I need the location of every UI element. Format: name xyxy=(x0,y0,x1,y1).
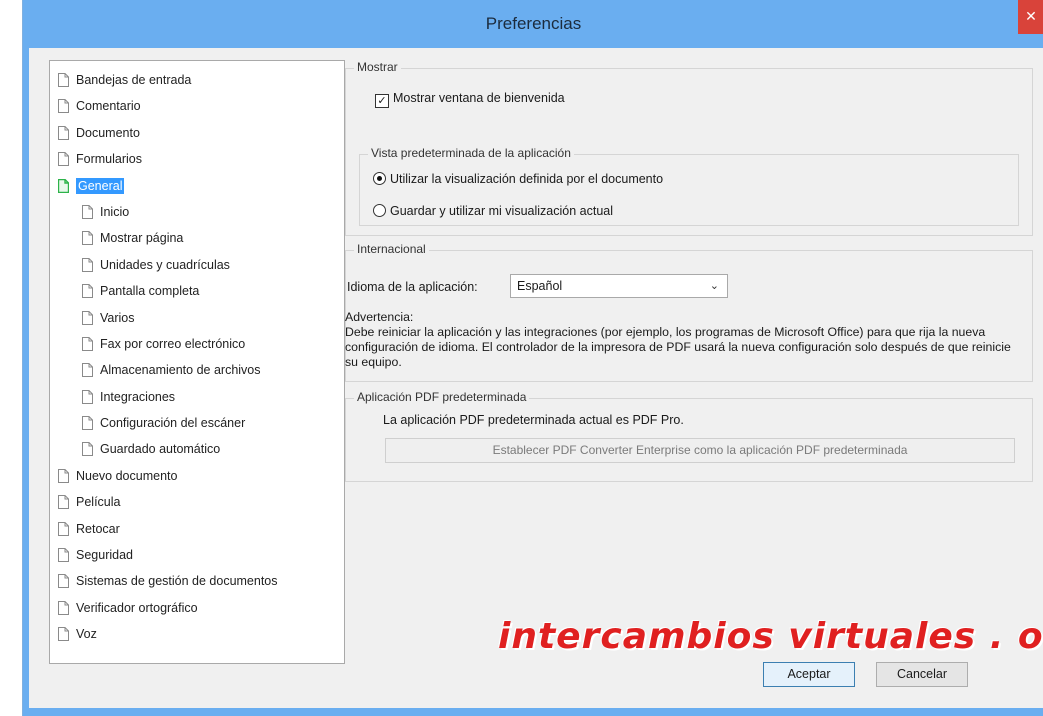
tree-item-label: Inicio xyxy=(100,204,130,219)
radio-current-view[interactable] xyxy=(373,204,386,217)
group-title-internacional: Internacional xyxy=(354,242,429,256)
tree-item[interactable]: Sistemas de gestión de documentos xyxy=(50,568,344,594)
title-bar[interactable]: Preferencias ✕ xyxy=(23,0,1043,48)
document-icon xyxy=(58,600,69,615)
document-icon xyxy=(58,468,69,483)
tree-item[interactable]: Bandejas de entrada xyxy=(50,67,344,93)
tree-item-label: Fax por correo electrónico xyxy=(100,336,246,351)
tree-item[interactable]: Almacenamiento de archivos xyxy=(50,357,344,383)
tree-item-label: Varios xyxy=(100,310,135,325)
tree-item-label: Pantalla completa xyxy=(100,284,200,299)
document-icon xyxy=(82,204,93,219)
radio-current-view-label: Guardar y utilizar mi visualización actu… xyxy=(390,204,614,218)
tree-item[interactable]: Configuración del escáner xyxy=(50,410,344,436)
category-tree[interactable]: Bandejas de entrada Comentario Documento Fo… xyxy=(49,60,345,664)
document-icon xyxy=(58,125,69,140)
tree-item[interactable]: Voz xyxy=(50,621,344,647)
document-icon xyxy=(58,73,69,87)
tree-item-label: Película xyxy=(76,495,121,510)
tree-item[interactable]: General xyxy=(50,173,344,199)
tree-item-label: Retocar xyxy=(76,521,120,536)
set-default-pdf-button[interactable]: Establecer PDF Converter Enterprise como… xyxy=(385,438,1015,463)
group-title-mostrar: Mostrar xyxy=(354,60,401,74)
document-icon xyxy=(82,336,93,351)
tree-item-label: Formularios xyxy=(76,152,142,167)
document-icon xyxy=(58,548,69,563)
tree-item[interactable]: Varios xyxy=(50,305,344,331)
tree-item[interactable]: Guardado automático xyxy=(50,436,344,462)
language-label: Idioma de la aplicación: xyxy=(347,280,478,294)
radio-row-current-view[interactable]: Guardar y utilizar mi visualización actu… xyxy=(373,204,613,218)
tree-item[interactable]: Mostrar página xyxy=(50,225,344,251)
document-icon xyxy=(82,310,93,325)
tree-item-label: Verificador ortográfico xyxy=(76,600,198,615)
tree-item[interactable]: Pantalla completa xyxy=(50,278,344,304)
window-frame-bottom xyxy=(23,708,1043,716)
tree-item-label: Guardado automático xyxy=(100,442,221,457)
document-icon xyxy=(58,178,69,193)
welcome-checkbox-label: Mostrar ventana de bienvenida xyxy=(393,91,565,105)
language-select-value: Español xyxy=(517,279,563,293)
tree-item-label: Nuevo documento xyxy=(76,468,178,483)
tree-item-label: General xyxy=(76,177,125,194)
tree-item-label: Integraciones xyxy=(100,389,176,404)
document-icon xyxy=(58,495,69,510)
document-icon xyxy=(82,257,93,272)
document-icon xyxy=(82,363,93,378)
group-title-pdf-default: Aplicación PDF predeterminada xyxy=(354,390,530,404)
accept-button[interactable]: Aceptar xyxy=(763,662,855,687)
document-icon xyxy=(58,99,69,114)
document-icon xyxy=(82,442,93,457)
document-icon xyxy=(82,389,93,404)
watermark-text: intercambios virtuales . org xyxy=(498,616,1043,657)
group-title-vista: Vista predeterminada de la aplicación xyxy=(368,146,574,160)
tree-item-label: Bandejas de entrada xyxy=(76,73,192,87)
tree-item[interactable]: Comentario xyxy=(50,93,344,119)
language-select[interactable]: Español ⌄ xyxy=(510,274,728,298)
document-icon xyxy=(82,231,93,246)
warning-title: Advertencia: xyxy=(345,310,414,324)
radio-document-view-label: Utilizar la visualización definida por e… xyxy=(390,172,664,186)
document-icon xyxy=(82,416,93,431)
document-icon xyxy=(58,627,69,642)
tree-item[interactable]: Fax por correo electrónico xyxy=(50,331,344,357)
tree-item[interactable]: Documento xyxy=(50,120,344,146)
tree-item[interactable]: Unidades y cuadrículas xyxy=(50,252,344,278)
window-title: Preferencias xyxy=(485,14,582,33)
tree-item[interactable]: Verificador ortográfico xyxy=(50,595,344,621)
welcome-checkbox-row[interactable]: ✓ Mostrar ventana de bienvenida xyxy=(375,91,565,108)
tree-item[interactable]: Película xyxy=(50,489,344,515)
cancel-button[interactable]: Cancelar xyxy=(876,662,968,687)
close-button[interactable]: ✕ xyxy=(1018,0,1043,34)
document-icon xyxy=(82,284,93,299)
document-icon xyxy=(58,574,69,589)
tree-item[interactable]: Nuevo documento xyxy=(50,463,344,489)
tree-item-label: Voz xyxy=(76,627,97,642)
document-icon xyxy=(58,152,69,167)
preferences-window: Preferencias ✕ Bandejas de entrada Coment… xyxy=(22,0,1043,716)
tree-item[interactable]: Retocar xyxy=(50,516,344,542)
document-icon xyxy=(58,521,69,536)
tree-item[interactable]: Integraciones xyxy=(50,384,344,410)
tree-item[interactable]: Formularios xyxy=(50,146,344,172)
welcome-checkbox[interactable]: ✓ xyxy=(375,94,389,108)
tree-item-label: Mostrar página xyxy=(100,231,184,246)
tree-item-label: Comentario xyxy=(76,99,141,114)
tree-item-label: Unidades y cuadrículas xyxy=(100,257,230,272)
tree-item-label: Seguridad xyxy=(76,548,133,563)
radio-document-view[interactable] xyxy=(373,172,386,185)
pdf-default-status: La aplicación PDF predeterminada actual … xyxy=(383,413,684,427)
tree-item[interactable]: Inicio xyxy=(50,199,344,225)
tree-item-label: Documento xyxy=(76,125,140,140)
window-frame-left xyxy=(23,48,29,716)
tree-item-label: Almacenamiento de archivos xyxy=(100,363,261,378)
warning-text: Debe reiniciar la aplicación y las integ… xyxy=(345,325,1011,369)
tree-item-label: Configuración del escáner xyxy=(100,416,246,431)
tree-item-label: Sistemas de gestión de documentos xyxy=(76,574,278,589)
language-warning: Advertencia: Debe reiniciar la aplicació… xyxy=(345,310,1025,370)
tree-item[interactable]: Seguridad xyxy=(50,542,344,568)
chevron-down-icon: ⌄ xyxy=(709,280,719,292)
radio-row-document-view[interactable]: Utilizar la visualización definida por e… xyxy=(373,172,663,186)
